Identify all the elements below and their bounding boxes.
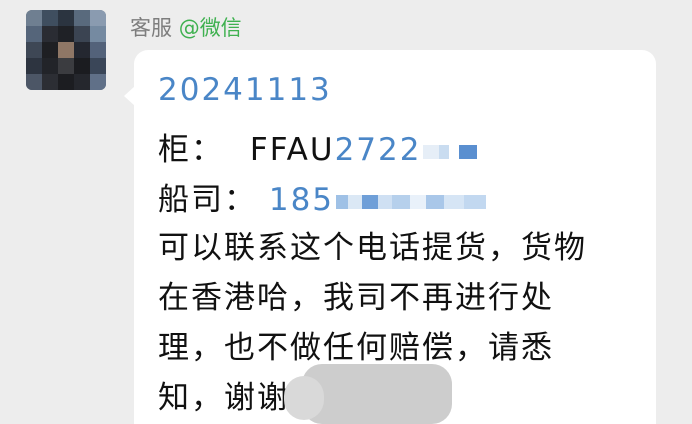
container-line: 柜： FFAU2722 — [158, 124, 478, 169]
carrier-label: 船司： — [158, 182, 257, 218]
redacted-phone-mosaic — [336, 194, 487, 209]
message-body-line-4-text: 知，谢谢 — [158, 380, 290, 416]
message-bubble[interactable]: 20241113 柜： FFAU2722 船司： 185 可以联系这个电话提货，… — [124, 50, 656, 424]
redacted-container-mosaic — [423, 144, 478, 159]
message-body-line-1: 可以联系这个电话提货，货物 — [158, 230, 587, 266]
sender-name: 客服 @微信 — [130, 12, 242, 42]
message-date[interactable]: 20241113 — [158, 72, 332, 108]
container-prefix: FFAU — [249, 132, 335, 168]
sender-label: 客服 — [130, 16, 172, 40]
carrier-phone[interactable]: 185 — [269, 182, 334, 218]
chat-view: 客服 @微信 20241113 柜： FFAU2722 船司： 185 可以联系… — [0, 0, 692, 424]
bubble-tail — [124, 86, 135, 106]
container-label: 柜： — [158, 132, 224, 168]
container-number[interactable]: 2722 — [335, 132, 422, 168]
carrier-line: 船司： 185 — [158, 174, 487, 219]
message-body-line-3: 理，也不做任何赔偿，请悉 — [158, 330, 554, 366]
redacted-smudge-edge — [284, 376, 324, 420]
message-body-line-4: 知，谢谢 — [158, 372, 290, 417]
avatar[interactable] — [26, 10, 106, 90]
redacted-smudge — [302, 364, 452, 424]
sender-channel: @微信 — [178, 16, 242, 40]
message-body-line-2: 在香港哈，我司不再进行处 — [158, 280, 554, 316]
